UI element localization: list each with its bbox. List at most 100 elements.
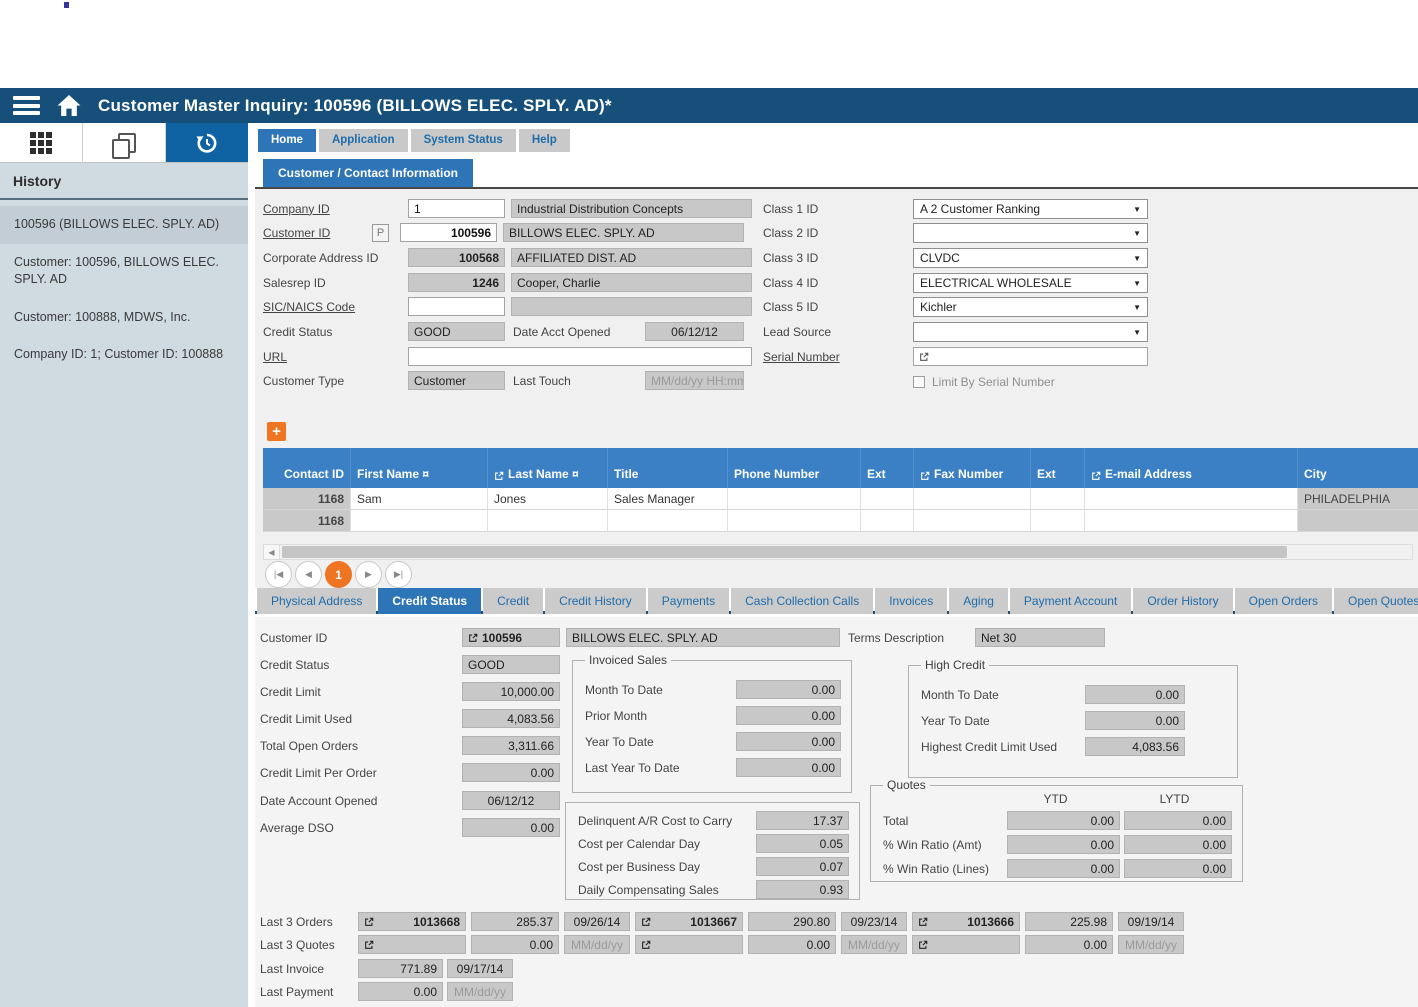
url-input[interactable] [408, 347, 752, 366]
company-id-label[interactable]: Company ID [263, 202, 408, 216]
serial-number-input[interactable] [913, 347, 1148, 366]
cell-title[interactable] [608, 510, 728, 531]
history-item[interactable]: Customer: 100888, MDWS, Inc. [0, 299, 248, 337]
cell-ext2[interactable] [1031, 510, 1085, 531]
column-header-last-name[interactable]: Last Name ¤ [488, 448, 608, 488]
next-page-button[interactable]: ▶ [355, 561, 382, 588]
prev-page-button[interactable]: ◀ [295, 561, 322, 588]
last-payment-amount-field: 0.00 [358, 982, 443, 1001]
class2-dropdown[interactable]: ▼ [913, 223, 1148, 243]
serial-number-label[interactable]: Serial Number [763, 350, 913, 364]
class4-dropdown[interactable]: ELECTRICAL WHOLESALE▼ [913, 273, 1148, 293]
tab-physical-address[interactable]: Physical Address [257, 588, 376, 614]
customer-id-label[interactable]: Customer ID [263, 226, 372, 240]
cell-phone[interactable] [728, 488, 861, 509]
tab-aging[interactable]: Aging [949, 588, 1008, 614]
sic-naics-input[interactable] [408, 297, 505, 316]
column-header-phone-number[interactable]: Phone Number [728, 448, 861, 488]
history-item[interactable]: Company ID: 1; Customer ID: 100888 [0, 336, 248, 374]
tab-cash-collection-calls[interactable]: Cash Collection Calls [731, 588, 873, 614]
main-content: Home Application System Status Help Cust… [255, 123, 1418, 1007]
tab-credit-history[interactable]: Credit History [545, 588, 646, 614]
column-header-first-name[interactable]: First Name ¤ [351, 448, 488, 488]
cell-email[interactable] [1085, 488, 1298, 509]
class3-dropdown[interactable]: CLVDC▼ [913, 248, 1148, 268]
column-header-contact-id[interactable]: Contact ID [263, 448, 351, 488]
tab-system-status[interactable]: System Status [411, 129, 516, 152]
cell-fax[interactable] [914, 488, 1031, 509]
tab-payments[interactable]: Payments [648, 588, 729, 614]
average-dso-label: Average DSO [260, 821, 462, 835]
add-contact-button[interactable]: + [267, 422, 286, 441]
table-row[interactable]: 1168 Sam Jones Sales Manager PHILADELPHI… [263, 488, 1418, 510]
column-header-city[interactable]: City [1298, 448, 1418, 488]
hamburger-menu-icon[interactable] [13, 96, 40, 115]
cell-first-name[interactable] [351, 510, 488, 531]
scrollbar-thumb[interactable] [282, 546, 1287, 558]
last-invoice-amount-field: 771.89 [358, 959, 443, 978]
scroll-left-icon[interactable]: ◀ [264, 545, 280, 559]
open-windows-button[interactable] [83, 123, 166, 162]
date-acct-opened-field: 06/12/12 [645, 322, 744, 341]
tab-open-quotes[interactable]: Open Quotes [1334, 588, 1418, 614]
last-quote-2-id-field[interactable] [635, 935, 743, 954]
horizontal-scrollbar[interactable]: ◀ [263, 544, 1413, 560]
last-3-quotes-label: Last 3 Quotes [260, 938, 358, 952]
first-page-button[interactable]: |◀ [265, 561, 292, 588]
tab-payment-account[interactable]: Payment Account [1010, 588, 1131, 614]
tab-invoices[interactable]: Invoices [875, 588, 947, 614]
company-id-input[interactable] [408, 199, 505, 218]
cell-contact-id: 1168 [263, 488, 351, 509]
lead-source-dropdown[interactable]: ▼ [913, 322, 1148, 342]
last-page-button[interactable]: ▶| [385, 561, 412, 588]
tab-customer-contact-information[interactable]: Customer / Contact Information [263, 159, 473, 187]
apps-grid-button[interactable] [0, 123, 83, 162]
tab-credit-status[interactable]: Credit Status [378, 588, 481, 614]
class5-dropdown[interactable]: Kichler▼ [913, 297, 1148, 317]
cell-last-name[interactable] [488, 510, 608, 531]
cell-ext1[interactable] [861, 510, 914, 531]
column-header-fax-number[interactable]: Fax Number [914, 448, 1031, 488]
cell-ext2[interactable] [1031, 488, 1085, 509]
sic-naics-label[interactable]: SIC/NAICS Code [263, 300, 408, 314]
cell-email[interactable] [1085, 510, 1298, 531]
cell-ext1[interactable] [861, 488, 914, 509]
corporate-address-id-field: 100568 [408, 248, 505, 267]
cell-fax[interactable] [914, 510, 1031, 531]
class1-dropdown[interactable]: A 2 Customer Ranking▼ [913, 199, 1148, 219]
open-in-new-icon [918, 917, 928, 927]
cell-last-name[interactable]: Jones [488, 488, 608, 509]
tab-open-orders[interactable]: Open Orders [1235, 588, 1332, 614]
tab-help[interactable]: Help [519, 129, 570, 152]
last-order-1-id-field[interactable]: 1013668 [358, 912, 466, 931]
history-button[interactable] [166, 123, 248, 162]
last-quote-3-id-field[interactable] [912, 935, 1020, 954]
history-item[interactable]: 100596 (BILLOWS ELEC. SPLY. AD) [0, 206, 248, 244]
history-icon [195, 131, 219, 155]
column-header-ext2[interactable]: Ext [1031, 448, 1085, 488]
table-row[interactable]: 1168 [263, 510, 1418, 532]
cell-title[interactable]: Sales Manager [608, 488, 728, 509]
last-quote-1-id-field[interactable] [358, 935, 466, 954]
url-label[interactable]: URL [263, 350, 408, 364]
customer-id-p-button[interactable]: P [372, 224, 389, 242]
history-item[interactable]: Customer: 100596, BILLOWS ELEC. SPLY. AD [0, 244, 248, 299]
cell-phone[interactable] [728, 510, 861, 531]
last-order-2-id-field[interactable]: 1013667 [635, 912, 743, 931]
caret-down-icon: ▼ [1133, 254, 1141, 263]
highest-credit-limit-used-field: 4,083.56 [1085, 737, 1185, 756]
customer-id-input[interactable] [400, 223, 497, 242]
column-header-title[interactable]: Title [608, 448, 728, 488]
column-header-ext1[interactable]: Ext [861, 448, 914, 488]
limit-by-serial-checkbox[interactable] [913, 376, 925, 388]
tab-home[interactable]: Home [258, 129, 316, 152]
last-order-3-id-field[interactable]: 1013666 [912, 912, 1020, 931]
cell-first-name[interactable]: Sam [351, 488, 488, 509]
current-page-button[interactable]: 1 [325, 561, 352, 588]
tab-application[interactable]: Application [319, 129, 408, 152]
tab-order-history[interactable]: Order History [1133, 588, 1232, 614]
column-header-email-address[interactable]: E-mail Address [1085, 448, 1298, 488]
caret-down-icon: ▼ [1133, 279, 1141, 288]
home-icon[interactable] [56, 94, 82, 117]
tab-credit[interactable]: Credit [483, 588, 543, 614]
